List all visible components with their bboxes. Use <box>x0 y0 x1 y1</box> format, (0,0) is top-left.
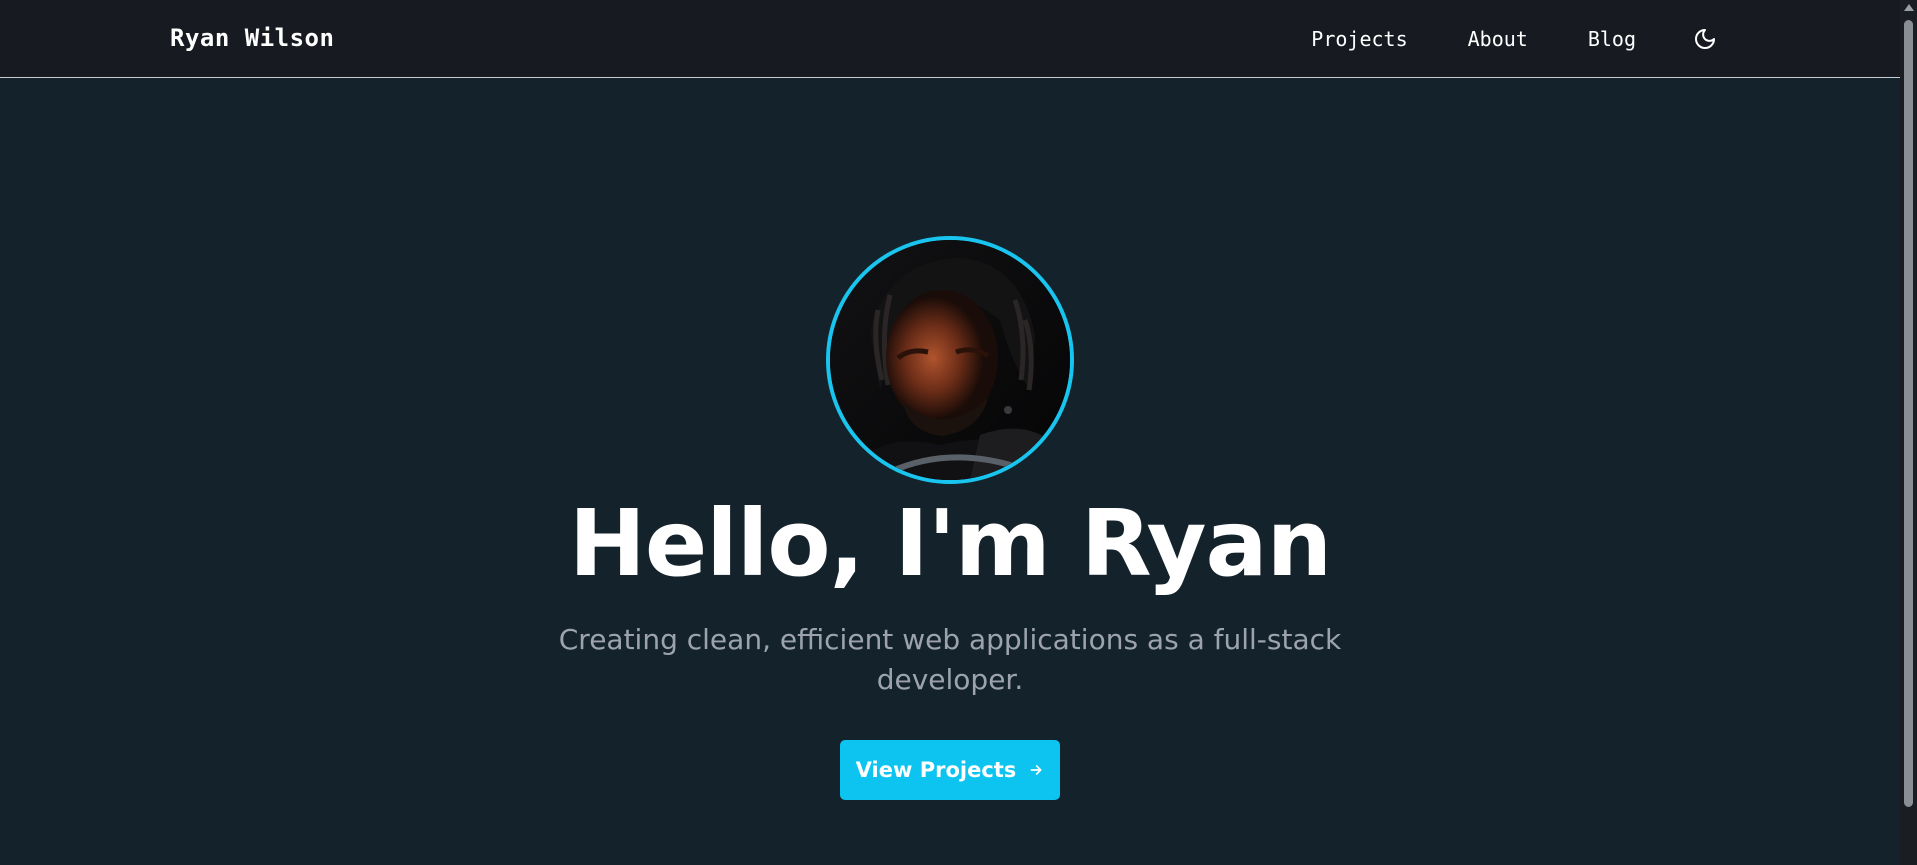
avatar <box>826 236 1074 484</box>
hero-subtitle-line-2: developer. <box>876 663 1024 696</box>
hero-section: Hello, I'm Ryan Creating clean, efficien… <box>0 78 1900 865</box>
view-projects-button[interactable]: View Projects <box>840 740 1060 800</box>
scrollbar-thumb[interactable] <box>1904 20 1913 807</box>
scroll-up-arrow-icon[interactable] <box>1904 4 1914 11</box>
theme-toggle-button[interactable] <box>1692 26 1718 52</box>
page: Ryan Wilson Projects About Blog Hello, I… <box>0 0 1917 865</box>
hero-subtitle: Creating clean, efficient web applicatio… <box>0 620 1900 700</box>
main-nav: Projects About Blog <box>1311 0 1718 78</box>
moon-icon <box>1695 29 1715 49</box>
avatar-portrait <box>830 240 1070 480</box>
hero-headline: Hello, I'm Ryan <box>568 490 1332 597</box>
site-logo[interactable]: Ryan Wilson <box>170 24 334 52</box>
view-projects-label: View Projects <box>855 758 1017 782</box>
vertical-scrollbar[interactable] <box>1900 0 1917 865</box>
hero-subtitle-line-1: Creating clean, efficient web applicatio… <box>558 623 1342 656</box>
nav-link-about[interactable]: About <box>1468 27 1528 51</box>
nav-link-blog[interactable]: Blog <box>1588 27 1636 51</box>
navbar: Ryan Wilson Projects About Blog <box>0 0 1900 78</box>
arrow-right-icon <box>1028 762 1044 778</box>
nav-link-projects[interactable]: Projects <box>1311 27 1407 51</box>
